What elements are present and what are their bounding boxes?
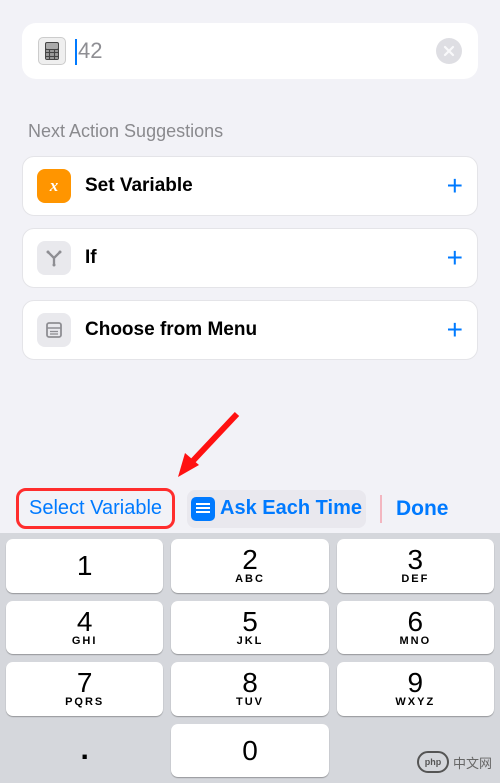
toolbar-separator [380,495,382,523]
key-0[interactable]: 0 [171,724,328,778]
suggestions-list: x Set Variable + If + Choose from Menu + [22,156,478,360]
branch-icon [37,241,71,275]
suggestion-if[interactable]: If + [22,228,478,288]
key-7[interactable]: 7PQRS [6,662,163,716]
key-6[interactable]: 6MNO [337,601,494,655]
chat-icon [191,497,215,521]
plus-icon: + [447,170,463,202]
key-backspace[interactable] [337,724,494,778]
plus-icon: + [447,242,463,274]
input-value: 42 [78,38,102,63]
key-3[interactable]: 3DEF [337,539,494,593]
suggestion-set-variable[interactable]: x Set Variable + [22,156,478,216]
key-5[interactable]: 5JKL [171,601,328,655]
ask-each-time-button[interactable]: Ask Each Time [187,490,366,528]
suggestion-label: Choose from Menu [85,319,433,341]
key-8[interactable]: 8TUV [171,662,328,716]
key-decimal[interactable]: . [6,724,163,778]
key-9[interactable]: 9WXYZ [337,662,494,716]
plus-icon: + [447,314,463,346]
text-cursor [75,39,77,65]
calculator-icon [38,37,66,65]
suggestions-header: Next Action Suggestions [28,121,472,142]
variable-icon: x [37,169,71,203]
annotation-arrow [175,409,245,477]
number-input-card: 42 [22,23,478,79]
suggestion-choose-menu[interactable]: Choose from Menu + [22,300,478,360]
ask-each-time-label: Ask Each Time [220,497,362,520]
key-2[interactable]: 2ABC [171,539,328,593]
select-variable-button[interactable]: Select Variable [16,488,175,529]
done-button[interactable]: Done [396,497,449,521]
suggestion-label: Set Variable [85,175,433,197]
numeric-keypad: 1 2ABC 3DEF 4GHI 5JKL 6MNO 7PQRS 8TUV 9W… [0,533,500,783]
menu-icon [37,313,71,347]
key-4[interactable]: 4GHI [6,601,163,655]
suggestion-label: If [85,247,433,269]
key-1[interactable]: 1 [6,539,163,593]
clear-button[interactable] [436,38,462,64]
number-input[interactable]: 42 [78,38,424,64]
